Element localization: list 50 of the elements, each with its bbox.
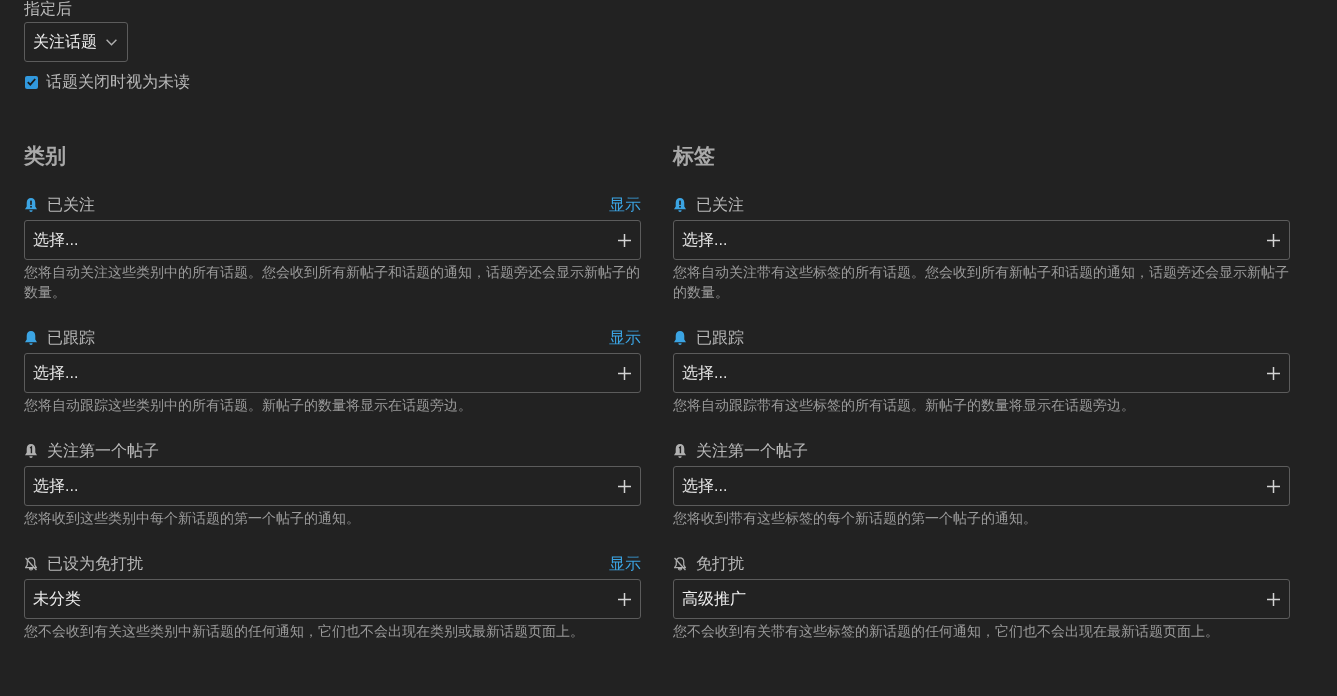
plus-icon	[618, 366, 631, 380]
chevron-down-icon	[106, 38, 117, 46]
plus-icon	[618, 233, 631, 247]
multi-select-field[interactable]: 选择...	[24, 466, 641, 506]
plus-icon	[1267, 479, 1280, 493]
show-link[interactable]: 显示	[609, 554, 641, 574]
notification-level-label: 已跟踪	[47, 328, 95, 348]
bell-slash-icon	[25, 557, 37, 571]
bell-icon	[674, 331, 686, 345]
bell-icon	[25, 331, 37, 345]
checkbox-label: 话题关闭时视为未读	[46, 72, 190, 92]
description-text: 您将自动跟踪带有这些标签的所有话题。新帖子的数量将显示在话题旁边。	[673, 397, 1136, 415]
show-link[interactable]: 显示	[609, 328, 641, 348]
checkbox[interactable]	[25, 75, 38, 89]
plus-icon	[1267, 592, 1280, 606]
multi-select-field[interactable]: 高级推广	[673, 579, 1290, 619]
multi-select-field[interactable]: 选择...	[673, 353, 1290, 393]
bell-exclamation-icon	[25, 198, 37, 212]
bell-one-icon	[25, 444, 37, 458]
description-text: 您将收到带有这些标签的每个新话题的第一个帖子的通知。	[673, 510, 1038, 528]
notification-level-label: 已设为免打扰	[47, 554, 143, 574]
notification-level-label: 关注第一个帖子	[47, 441, 159, 461]
bell-exclamation-icon	[674, 198, 686, 212]
multi-select-field[interactable]: 选择...	[673, 220, 1290, 260]
description-text: 您将收到这些类别中每个新话题的第一个帖子的通知。	[24, 510, 361, 528]
multi-select-field[interactable]: 未分类	[24, 579, 641, 619]
notification-level-select[interactable]: 关注话题	[24, 22, 128, 62]
plus-icon	[1267, 366, 1280, 380]
description-text: 您不会收到有关这些类别中新话题的任何通知，它们也不会出现在类别或最新话题页面上。	[24, 623, 585, 641]
description-text: 您不会收到有关带有这些标签的新话题的任何通知，它们也不会出现在最新话题页面上。	[673, 623, 1220, 641]
notification-level-label: 已跟踪	[696, 328, 744, 348]
plus-icon	[1267, 233, 1280, 247]
plus-icon	[618, 592, 631, 606]
description-text: 您将自动跟踪这些类别中的所有话题。新帖子的数量将显示在话题旁边。	[24, 397, 473, 415]
notification-level-label: 免打扰	[696, 554, 744, 574]
notification-level-label: 已关注	[47, 195, 95, 215]
notification-level-label: 关注第一个帖子	[696, 441, 808, 461]
description-text: 您将自动关注带有这些标签的所有话题。您会收到所有新帖子和话题的通知，话题旁还会显示新帖子的数量。	[673, 264, 1290, 302]
field-label: 指定后	[24, 0, 72, 18]
multi-select-field[interactable]: 选择...	[24, 353, 641, 393]
multi-select-field[interactable]: 选择...	[673, 466, 1290, 506]
section-heading: 标签	[673, 143, 716, 169]
bell-slash-icon	[674, 557, 686, 571]
show-link[interactable]: 显示	[609, 195, 641, 215]
description-text: 您将自动关注这些类别中的所有话题。您会收到所有新帖子和话题的通知，话题旁还会显示新帖子的数量。	[24, 264, 641, 302]
section-heading: 类别	[24, 143, 67, 169]
notification-level-label: 已关注	[696, 195, 744, 215]
bell-one-icon	[674, 444, 686, 458]
multi-select-field[interactable]: 选择...	[24, 220, 641, 260]
plus-icon	[618, 479, 631, 493]
